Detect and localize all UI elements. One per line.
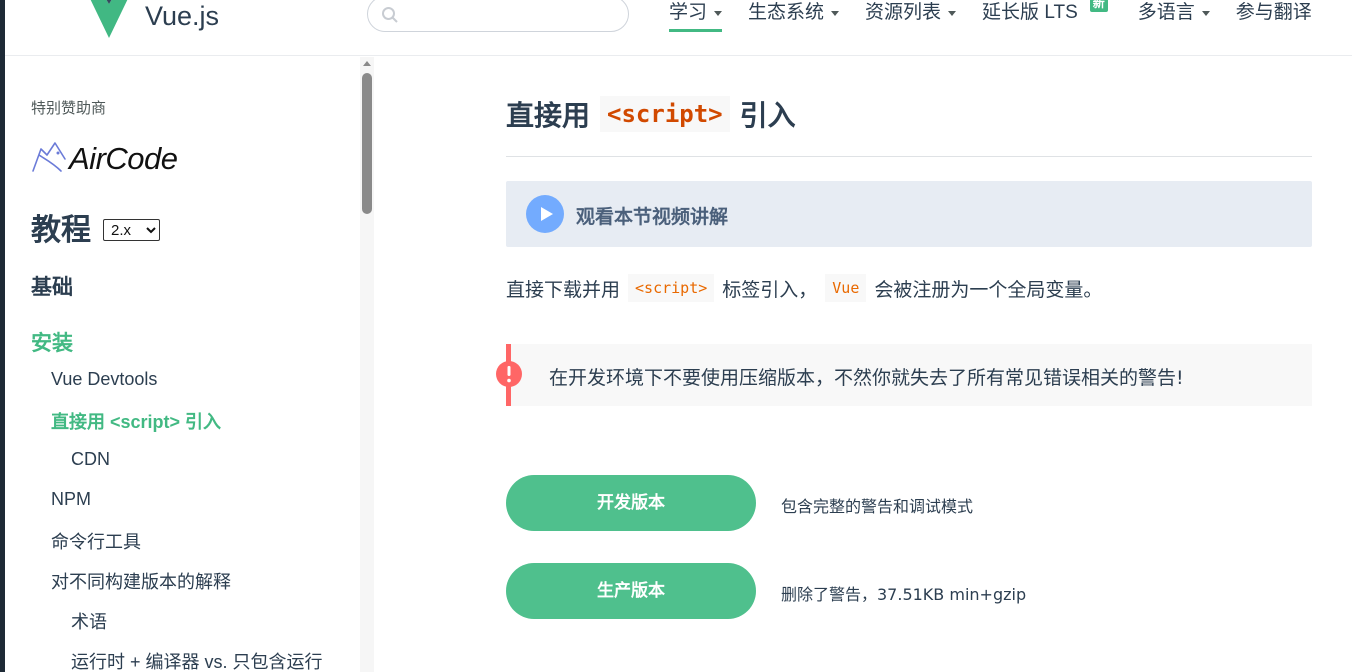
dev-version-desc: 包含完整的警告和调试模式 [781, 497, 974, 516]
aircode-logo-icon[interactable] [31, 141, 69, 175]
sidebar-item-npm[interactable]: NPM [51, 489, 91, 510]
sidebar-item-cdn[interactable]: CDN [71, 449, 110, 470]
search-icon [382, 7, 398, 23]
inline-code: Vue [825, 274, 867, 302]
scrollbar-thumb[interactable] [362, 73, 372, 214]
tutorial-title: 教程 [31, 213, 91, 248]
sidebar: 特别赞助商 AirCode 教程 2.x 基础 安装 Vue Devtools … [5, 57, 375, 672]
new-badge: 新 [1089, 0, 1108, 12]
sidebar-item-runtime-compiler[interactable]: 运行时 + 编译器 vs. 只包含运行 [71, 648, 323, 672]
video-label: 观看本节视频讲解 [576, 206, 729, 228]
play-icon [526, 195, 564, 233]
title-code: <script> [600, 96, 730, 132]
section-basics[interactable]: 基础 [31, 271, 73, 301]
sidebar-item-terms[interactable]: 术语 [71, 608, 107, 634]
scroll-up-icon[interactable] [363, 61, 371, 66]
nav-item-translate[interactable]: 参与翻译 [1236, 0, 1312, 32]
intro-paragraph: 直接下载并用 <script> 标签引入， Vue 会被注册为一个全局变量。 [506, 271, 1102, 305]
prod-version-button[interactable]: 生产版本 [506, 563, 756, 619]
inline-code: <script> [628, 274, 715, 302]
dev-version-button[interactable]: 开发版本 [506, 475, 756, 531]
sponsor-name[interactable]: AirCode [69, 141, 178, 177]
nav-item-lts[interactable]: 延长版 LTS 新 [982, 0, 1108, 32]
nav-item-ecosystem[interactable]: 生态系统 [748, 0, 840, 32]
sidebar-item-builds[interactable]: 对不同构建版本的解释 [51, 568, 231, 594]
nav-item-languages[interactable]: 多语言 [1138, 0, 1210, 32]
video-link[interactable]: 观看本节视频讲解 [506, 181, 1312, 247]
chevron-down-icon [714, 11, 723, 16]
main-nav: 学习 生态系统 资源列表 延长版 LTS 新 多语言 参与翻译 [669, 0, 1312, 32]
warning-text: 在开发环境下不要使用压缩版本，不然你就失去了所有常见错误相关的警告! [549, 367, 1184, 389]
sidebar-scrollbar[interactable] [360, 57, 374, 672]
chevron-down-icon [1201, 11, 1210, 16]
version-select[interactable]: 2.x [103, 219, 160, 241]
prod-version-desc: 删除了警告，37.51KB min+gzip [781, 585, 1027, 604]
nav-item-resources[interactable]: 资源列表 [865, 0, 957, 32]
sidebar-item-devtools[interactable]: Vue Devtools [51, 369, 157, 390]
vue-logo-icon[interactable] [83, 0, 135, 38]
brand-name[interactable]: Vue.js [145, 0, 219, 32]
sidebar-item-script-include[interactable]: 直接用 <script> 引入 [51, 408, 221, 434]
sidebar-item-cli[interactable]: 命令行工具 [51, 528, 141, 554]
warning-callout: 在开发环境下不要使用压缩版本，不然你就失去了所有常见错误相关的警告! [496, 344, 1312, 406]
top-navbar: Vue.js 学习 生态系统 资源列表 延长版 LTS 新 多语言 参与翻译 [5, 0, 1352, 56]
warning-icon [496, 361, 522, 387]
chevron-down-icon [948, 11, 957, 16]
page-title: 直接用 <script> 引入 [506, 94, 796, 134]
sponsor-label: 特别赞助商 [31, 99, 107, 117]
section-install[interactable]: 安装 [31, 327, 73, 357]
nav-item-learn[interactable]: 学习 [669, 0, 723, 32]
divider [506, 156, 1312, 157]
search-input[interactable] [367, 0, 629, 32]
chevron-down-icon [831, 11, 840, 16]
